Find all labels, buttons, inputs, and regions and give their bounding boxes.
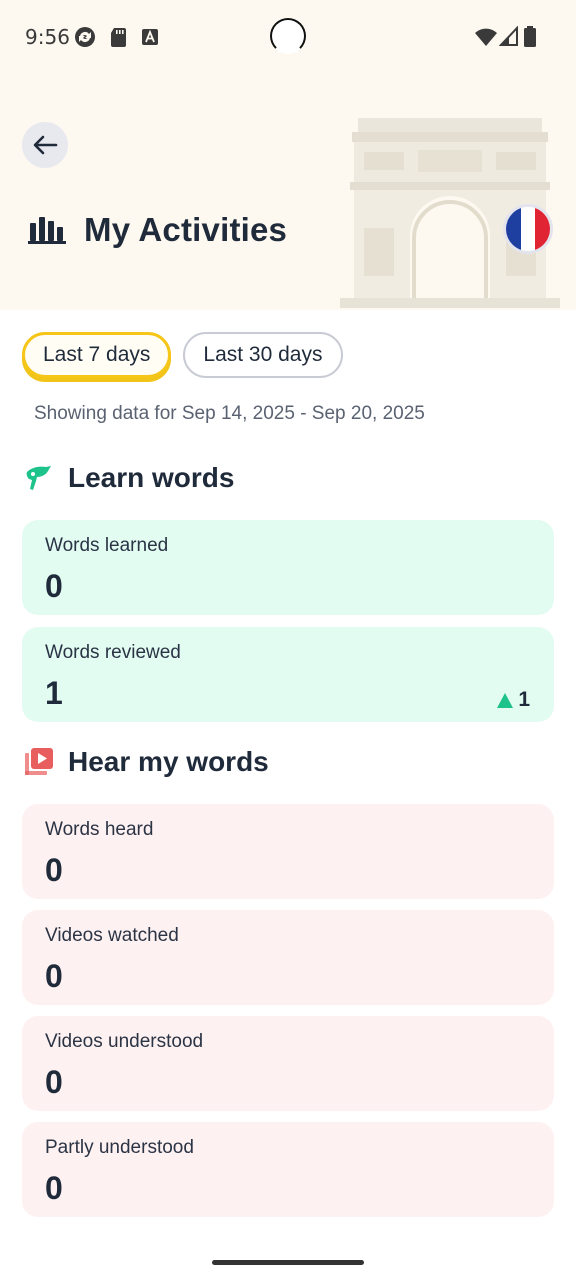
stat-value: 0 — [45, 568, 63, 604]
pointing-hand-icon — [26, 466, 51, 490]
stat-label: Videos watched — [45, 925, 179, 946]
stat-label: Words heard — [45, 819, 154, 840]
stat-label: Partly understood — [45, 1137, 194, 1158]
cell-signal-icon — [499, 26, 518, 46]
stat-card-videos-understood: Videos understood 0 — [22, 1016, 554, 1111]
hear-words-header: Hear my words — [24, 746, 269, 778]
back-button[interactable] — [22, 122, 68, 168]
bar-chart-icon — [28, 217, 66, 244]
video-library-icon — [25, 748, 53, 775]
home-indicator[interactable] — [212, 1260, 364, 1265]
stat-card-partly-understood: Partly understood 0 — [22, 1122, 554, 1217]
stat-value: 0 — [45, 1064, 63, 1100]
camera-cutout — [270, 18, 306, 54]
stat-label: Words reviewed — [45, 642, 181, 663]
header: 9:56 My Activities — [0, 0, 576, 310]
stat-value: 1 — [45, 675, 63, 711]
range-tabs: Last 7 days Last 30 days — [22, 332, 343, 378]
stat-value: 0 — [45, 958, 63, 994]
stat-card-videos-watched: Videos watched 0 — [22, 910, 554, 1005]
flag-stripe-white — [520, 207, 536, 251]
increase-arrow-icon — [497, 692, 514, 708]
stat-label: Videos understood — [45, 1031, 204, 1052]
sd-card-icon — [111, 28, 126, 47]
flag-stripe-blue — [506, 207, 521, 251]
tab-last-30-days[interactable]: Last 30 days — [183, 332, 343, 378]
title-row: My Activities — [28, 206, 287, 254]
date-range-info: Showing data for Sep 14, 2025 - Sep 20, … — [34, 403, 425, 424]
learn-words-header: Learn words — [24, 462, 234, 494]
page-title: My Activities — [84, 211, 288, 248]
status-time: 9:56 — [25, 25, 70, 49]
stat-card-words-learned: Words learned 0 — [22, 520, 554, 615]
status-bar: 9:56 — [0, 0, 576, 74]
stat-value: 0 — [45, 1170, 63, 1206]
section-title-learn-words: Learn words — [68, 462, 235, 493]
stat-delta: 1 — [497, 688, 530, 712]
stat-delta-value: 1 — [518, 688, 530, 711]
sync-app-icon — [75, 27, 95, 47]
stat-card-words-heard: Words heard 0 — [22, 804, 554, 899]
arrow-left-icon — [33, 135, 58, 155]
stat-value: 0 — [45, 852, 63, 888]
stat-label: Words learned — [45, 535, 169, 556]
section-title-hear-my-words: Hear my words — [68, 746, 269, 777]
font-app-icon — [142, 29, 158, 45]
battery-icon — [524, 26, 536, 47]
wifi-icon — [475, 28, 497, 46]
tab-last-7-days[interactable]: Last 7 days — [22, 332, 172, 378]
stat-card-words-reviewed: Words reviewed 1 1 — [22, 627, 554, 722]
language-flag-button[interactable] — [503, 204, 553, 254]
